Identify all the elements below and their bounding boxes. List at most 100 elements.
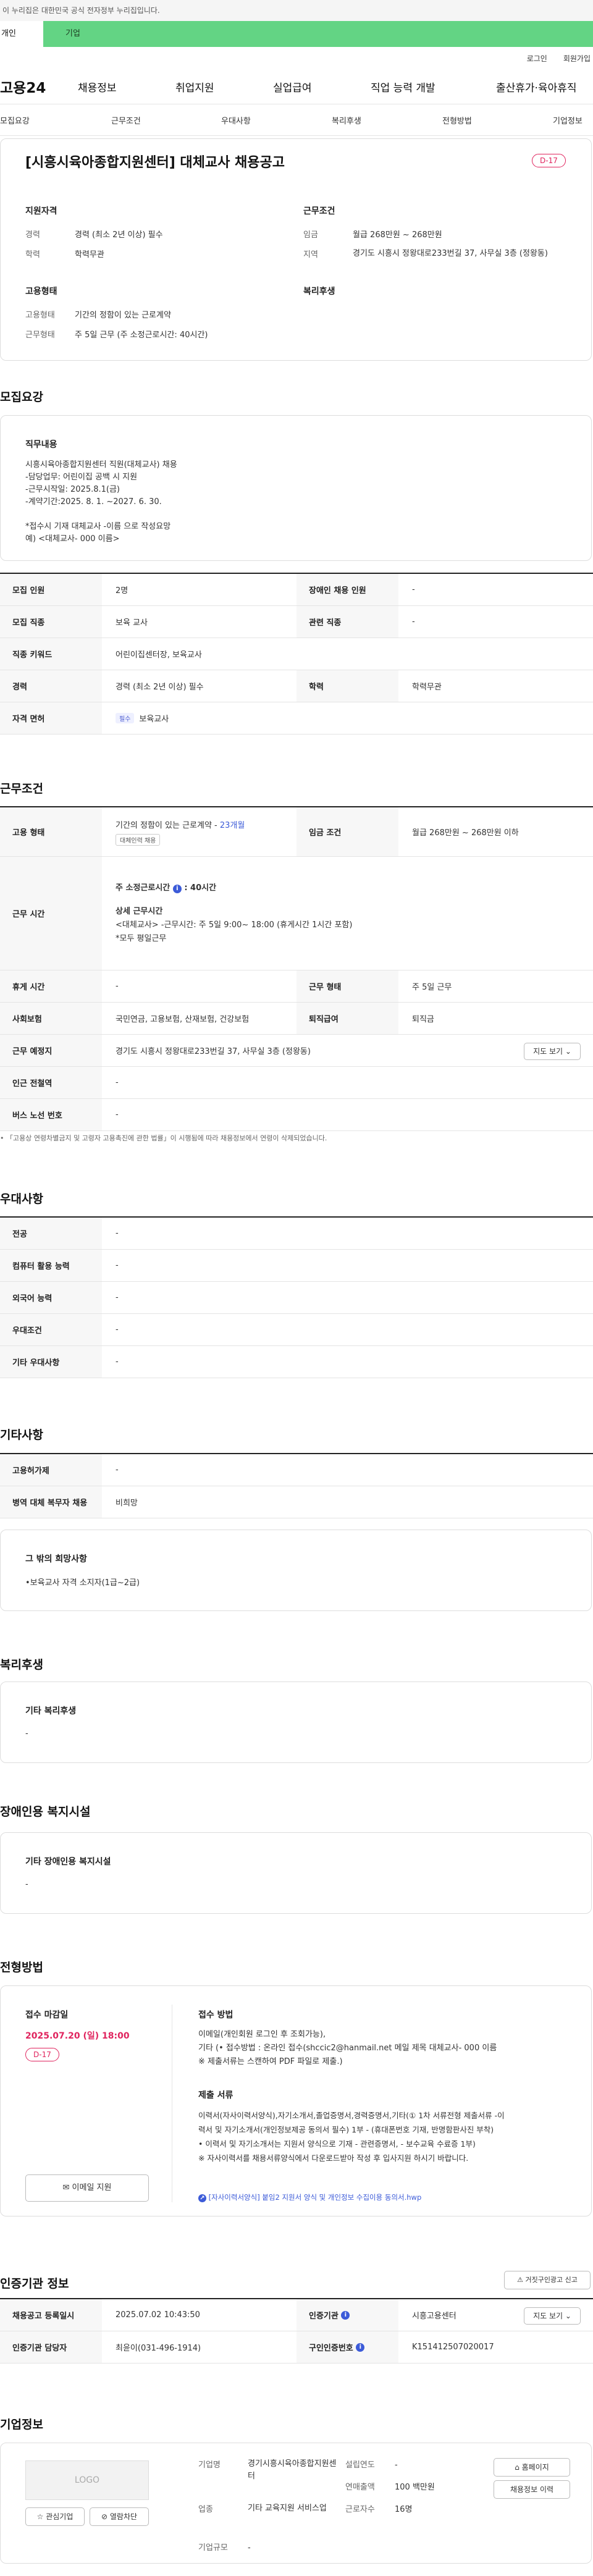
docs-content: 이력서(자사이력서양식),자기소개서,졸업증명서,경력증명서,기타(① 1차 서… <box>198 2108 581 2165</box>
table-cell: 경기도 시흥시 정왕대로233번길 37, 사무실 3층 (정왕동) <box>116 1047 311 1056</box>
region-item: 지역 경기도 시흥시 정왕대로233번길 37, 사무실 3층 (정왕동) <box>303 248 575 259</box>
table-cell: 보육 교사 <box>116 618 148 628</box>
block-button[interactable]: ⊘ 열람차단 <box>90 2507 149 2526</box>
company-size-value: - <box>248 2543 251 2553</box>
company-size-item: 기업규모 - <box>198 2541 251 2553</box>
homepage-button[interactable]: ⌂ 홈페이지 <box>494 2458 570 2477</box>
table-header: 근무 형태 <box>296 970 398 1002</box>
education-item: 학력 학력무관 <box>25 248 104 259</box>
table-cell: - <box>116 1229 119 1238</box>
info-icon[interactable]: i <box>172 884 182 893</box>
table-cell: - <box>116 1357 119 1366</box>
disability-heading: 장애인용 복지시설 <box>0 1805 91 1819</box>
table-header: 근무 시간 <box>0 857 102 970</box>
nav-item-jobs[interactable]: 채용정보 <box>78 79 117 95</box>
table-row: 모집 인원 2명 장애인 채용 인원 - <box>0 574 593 606</box>
map-button[interactable]: 지도 보기 ⌄ <box>524 1043 581 1060</box>
license-value: 보육교사 <box>139 715 169 724</box>
mail-icon: ✉ <box>62 2183 70 2192</box>
career-value: 경력 (최소 2년 이상) 필수 <box>75 230 163 240</box>
wage-item: 임금 월급 268만원 ~ 268만원 <box>303 228 442 240</box>
subnav-recruit[interactable]: 모집요강 <box>0 114 30 126</box>
table-header: 장애인 채용 인원 <box>296 574 398 605</box>
email-apply-button[interactable]: ✉ 이메일 지원 <box>25 2174 149 2202</box>
tab-personal[interactable]: 개인 <box>0 21 43 47</box>
deadline-value: 2025.07.20 (일) 18:00 <box>25 2031 130 2041</box>
subnav-conditions[interactable]: 근무조건 <box>111 114 141 126</box>
table-header: 근무 예정지 <box>0 1035 102 1066</box>
nav-item-employment-support[interactable]: 취업지원 <box>175 79 214 95</box>
nav-item-training[interactable]: 직업 능력 개발 <box>371 79 435 95</box>
hours-detail-title: 상세 근무시간 <box>116 906 163 916</box>
job-history-button[interactable]: 채용정보 이력 <box>494 2480 570 2499</box>
cert-map-button[interactable]: 지도 보기 ⌄ <box>524 2307 581 2325</box>
company-heading: 기업정보 <box>0 2418 43 2431</box>
emp-type-item: 고용형태 기간의 정함이 있는 근로계약 <box>25 308 171 320</box>
signup-link[interactable]: 회원가입 <box>563 53 591 64</box>
education-label: 학력 <box>25 250 40 259</box>
table-row: 기타 우대사항 - <box>0 1346 593 1378</box>
info-icon[interactable]: i <box>356 2342 365 2352</box>
duty-line: -계약기간:2025. 8. 1. ~2027. 6. 30. <box>25 497 162 507</box>
emp-type-label: 고용형태 <box>25 311 55 320</box>
staff-value: 16명 <box>395 2505 413 2514</box>
subnav-preference[interactable]: 우대사항 <box>221 114 251 126</box>
table-header: 관련 직종 <box>296 606 398 638</box>
career-item: 경력 경력 (최소 2년 이상) 필수 <box>25 228 163 240</box>
duty-line: -근무시작일: 2025.8.1(금) <box>25 485 120 494</box>
table-row: 사회보험 국민연금, 고용보험, 산재보험, 건강보험 퇴직급여 퇴직금 <box>0 1003 593 1035</box>
subnav-company[interactable]: 기업정보 <box>553 114 582 126</box>
table-header: 학력 <box>296 670 398 702</box>
welfare-summary-heading: 복리후생 <box>303 287 335 297</box>
table-header: 컴퓨터 활용 능력 <box>0 1250 102 1281</box>
dday-badge: D-17 <box>532 154 566 167</box>
required-badge: 필수 <box>116 713 135 723</box>
wage-value: 월급 268만원 ~ 268만원 <box>353 230 442 240</box>
table-cell: 비희망 <box>116 1499 138 1508</box>
duty-content: 시흥시육아종합지원센터 직원(대체교사) 채용 -담당업무: 어린이집 공백 시 … <box>25 459 177 545</box>
interest-button[interactable]: ☆ 관심기업 <box>25 2507 85 2526</box>
region-value: 경기도 시흥시 정왕대로233번길 37, 사무실 3층 (정왕동) <box>353 249 548 258</box>
subnav-process[interactable]: 전형방법 <box>442 114 472 126</box>
replacement-badge: 대체인력 채용 <box>116 833 161 846</box>
hours-total-label: 주 소정근로시간 <box>116 883 170 893</box>
home-icon: ⌂ <box>515 2463 519 2472</box>
login-link[interactable]: 로그인 <box>527 53 547 64</box>
recruit-table: 모집 인원 2명 장애인 채용 인원 - 모집 직종 보육 교사 관련 직종 -… <box>0 573 593 734</box>
table-header: 인증기관 담당자 <box>0 2331 102 2363</box>
emp-type-value: 기간의 정함이 있는 근로계약 <box>75 311 171 320</box>
chevron-down-icon: ⌄ <box>565 1047 571 1056</box>
email-apply-label: 이메일 지원 <box>72 2183 112 2192</box>
info-icon[interactable]: i <box>341 2310 350 2320</box>
company-name-item: 기업명 경기시흥시육아종합지원센터 <box>198 2458 340 2483</box>
table-row: 병역 대체 복무자 채용 비희망 <box>0 1486 593 1518</box>
table-cell: 필수 보육교사 <box>102 702 593 734</box>
attachment-link-text: [자사이력서양식] 붙임2 지원서 양식 및 개인정보 수집이용 동의서.hwp <box>208 2193 422 2202</box>
table-header: 인증기관 i <box>296 2299 398 2331</box>
subnav-welfare[interactable]: 복리후생 <box>332 114 361 126</box>
emp-value: 기간의 정함이 있는 근로계약 - <box>116 820 217 830</box>
report-button[interactable]: ⚠ 거짓구인광고 신고 <box>504 2271 591 2289</box>
nav-item-parental-leave[interactable]: 출산휴가·육아휴직 <box>496 79 577 95</box>
tab-company[interactable]: 기업 <box>43 21 593 47</box>
company-logo: LOGO <box>25 2460 149 2500</box>
docs-line: 력서 및 자기소개서(개인정보제공 동의서 필수) 1부 - (휴대폰번호 기재… <box>198 2125 494 2134</box>
table-cell: 퇴직금 <box>412 1015 434 1024</box>
site-logo[interactable]: 고용24 <box>0 76 46 97</box>
table-header: 외국어 능력 <box>0 1282 102 1313</box>
deadline-title: 접수 마감일 <box>25 2010 69 2020</box>
table-row: 전공 - <box>0 1218 593 1250</box>
duty-title: 직무내용 <box>25 440 57 450</box>
homepage-label: 홈페이지 <box>521 2463 549 2472</box>
table-row: 고용 형태 기간의 정함이 있는 근로계약 - 23개월 대체인력 채용 임금 … <box>0 807 593 857</box>
certno-label: 구인인증번호 <box>309 2344 353 2353</box>
staff-item: 근로자수 16명 <box>345 2502 413 2514</box>
industry-label: 업종 <box>198 2505 213 2514</box>
attachment-link[interactable]: ↗ [자사이력서양식] 붙임2 지원서 양식 및 개인정보 수집이용 동의서.h… <box>198 2192 421 2202</box>
duty-line: *접수시 기재 대체교사 -이름 으로 작성요망 <box>25 522 171 531</box>
region-label: 지역 <box>303 250 318 259</box>
table-header: 경력 <box>0 670 102 702</box>
report-button-label: 거짓구인광고 신고 <box>525 2276 578 2284</box>
docs-line: ※ 자사이력서를 채용서류양식에서 다운로드받아 작성 후 입사지원 하시기 바… <box>198 2153 469 2163</box>
nav-item-unemployment[interactable]: 실업급여 <box>273 79 312 95</box>
